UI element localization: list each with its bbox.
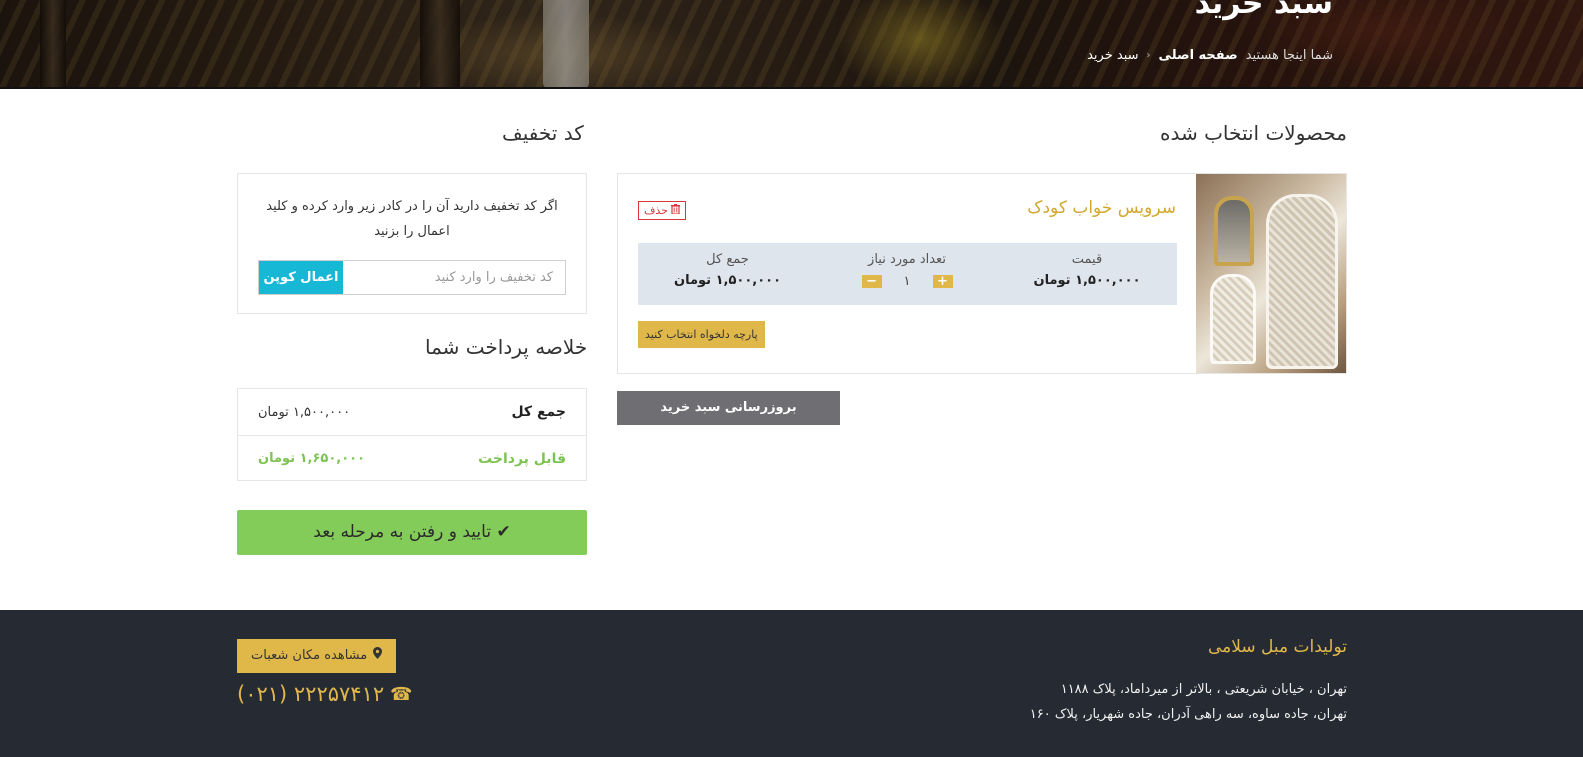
summary-payable-value: ۱,۶۵۰,۰۰۰ تومان [258,451,366,466]
coupon-heading: کد تخفیف [502,121,584,145]
summary-heading: خلاصه پرداخت شما [425,335,588,359]
site-footer: تولیدات مبل سلامی تهران ، خیابان شریعتی … [0,610,1583,757]
quantity-increase-button[interactable]: + [932,275,953,288]
view-branches-label: مشاهده مکان شعبات [251,648,368,663]
price-table: قیمت ۱,۵۰۰,۰۰۰ تومان تعداد مورد نیاز + ۱… [638,243,1177,305]
item-total-value: ۱,۵۰۰,۰۰۰ تومان [673,273,781,288]
breadcrumb-current: سبد خرید [1087,48,1139,63]
delete-label: حذف [644,204,668,217]
page-hero: سبد خرید شما اینجا هستید صفحه اصلی ‹ سبد… [0,0,1583,89]
page-title: سبد خرید [1194,0,1333,21]
item-total-label: جمع کل [706,252,749,267]
price-column: قیمت ۱,۵۰۰,۰۰۰ تومان [997,243,1177,305]
footer-address: تهران، جاده ساوه، سه راهی آدران، جاده شه… [1029,707,1347,722]
summary-total-value: ۱,۵۰۰,۰۰۰ تومان [258,404,351,420]
cart-heading: محصولات انتخاب شده [1160,121,1347,145]
check-icon: ✔ [496,522,511,542]
confirm-next-step-button[interactable]: ✔ تایید و رفتن به مرحله بعد [237,510,587,555]
payment-summary: جمع کل ۱,۵۰۰,۰۰۰ تومان قابل پرداخت ۱,۶۵۰… [237,388,587,481]
summary-total-label: جمع کل [511,404,566,420]
summary-payable-label: قابل پرداخت [478,450,566,467]
summary-payable-row: قابل پرداخت ۱,۶۵۰,۰۰۰ تومان [238,435,586,481]
choose-fabric-button[interactable]: پارچه دلخواه انتخاب کنید [638,321,765,348]
chevron-left-icon: ‹ [1146,50,1151,61]
delete-item-button[interactable]: حذف [638,201,686,220]
quantity-column: تعداد مورد نیاز + ۱ − [817,243,997,305]
cart-item: سرویس خواب کودک حذف قیمت ۱,۵۰۰,۰۰۰ تومان… [617,173,1347,374]
quantity-label: تعداد مورد نیاز [868,252,946,267]
coupon-input[interactable] [343,261,565,294]
product-image[interactable] [1196,174,1346,373]
quantity-stepper: + ۱ − [817,274,997,289]
quantity-value: ۱ [903,274,911,289]
coupon-form: اعمال کوپن [258,260,566,295]
total-column: جمع کل ۱,۵۰۰,۰۰۰ تومان [638,243,817,305]
product-image-detail [1214,196,1254,266]
footer-company-title: تولیدات مبل سلامی [1207,637,1347,657]
phone-number: (۰۲۱) ۲۲۲۵۷۴۱۲ [237,682,385,706]
footer-address: تهران ، خیابان شریعتی ، بالاتر از میردام… [1060,682,1347,697]
quantity-decrease-button[interactable]: − [861,275,882,288]
view-branches-button[interactable]: مشاهده مکان شعبات [237,639,397,673]
footer-addresses: تهران ، خیابان شریعتی ، بالاتر از میردام… [1030,677,1347,727]
breadcrumb: شما اینجا هستید صفحه اصلی ‹ سبد خرید [1087,48,1333,63]
coupon-description: اگر کد تخفیف دارید آن را در کادر زیر وار… [266,199,558,239]
breadcrumb-home-link[interactable]: صفحه اصلی [1159,48,1238,63]
coupon-box: اگر کد تخفیف دارید آن را در کادر زیر وار… [237,173,587,314]
breadcrumb-prefix: شما اینجا هستید [1245,48,1333,63]
product-image-detail [1210,274,1256,364]
footer-phone[interactable]: (۰۲۱) ۲۲۲۵۷۴۱۲ ☎ [237,682,413,706]
map-marker-icon [373,639,383,673]
trash-icon [670,204,680,217]
confirm-label: تایید و رفتن به مرحله بعد [313,522,492,542]
apply-coupon-button[interactable]: اعمال کوپن [259,261,343,294]
product-name-link[interactable]: سرویس خواب کودک [1027,198,1176,218]
product-image-detail [1266,194,1338,369]
summary-total-row: جمع کل ۱,۵۰۰,۰۰۰ تومان [238,389,586,435]
phone-icon: ☎ [390,683,413,705]
price-value: ۱,۵۰۰,۰۰۰ تومان [1033,273,1141,288]
hero-overlay [0,0,1583,87]
price-label: قیمت [1071,252,1103,267]
update-cart-button[interactable]: بروزرسانی سبد خرید [617,391,840,425]
